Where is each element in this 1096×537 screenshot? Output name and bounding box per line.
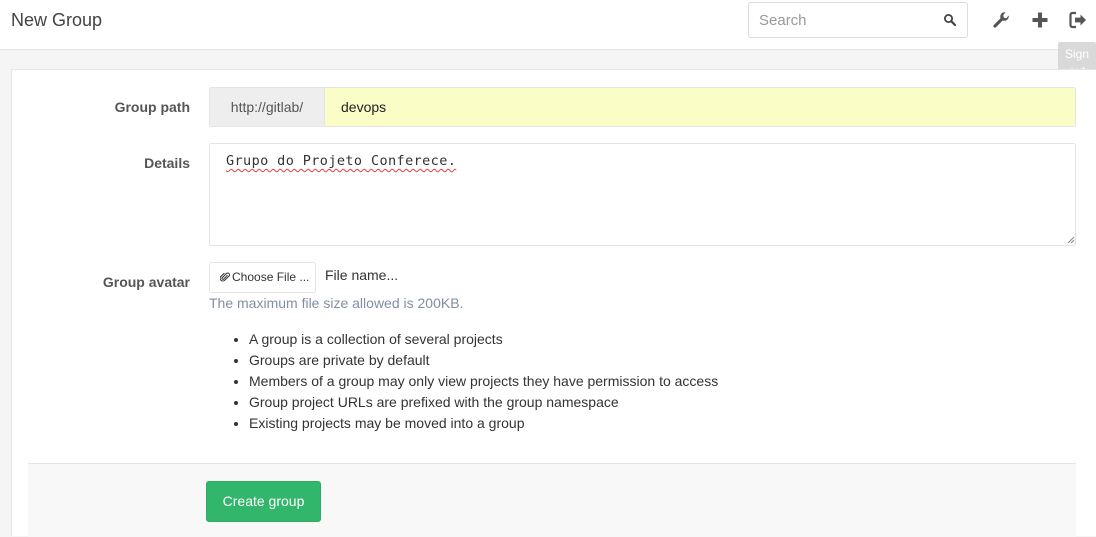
list-item: Existing projects may be moved into a gr… [249, 413, 718, 434]
search-box[interactable] [748, 2, 968, 38]
search-icon[interactable] [943, 13, 957, 27]
group-avatar-label: Group avatar [102, 274, 190, 290]
resize-grip-icon[interactable] [1067, 236, 1075, 244]
group-info-list: A group is a collection of several proje… [209, 329, 718, 434]
sign-out-icon[interactable] [1067, 9, 1089, 31]
details-text: Grupo do Projeto Conferece. [226, 153, 457, 169]
create-group-button[interactable]: Create group [206, 481, 321, 522]
top-header: New Group [0, 0, 1096, 50]
wrench-icon[interactable] [990, 9, 1012, 31]
list-item: Groups are private by default [249, 350, 718, 371]
avatar-help-text: The maximum file size allowed is 200KB. [209, 295, 464, 311]
group-path-input-group: http://gitlab/ [209, 87, 1076, 127]
paperclip-icon [220, 272, 230, 282]
file-name: File name... [325, 267, 399, 283]
page-title: New Group [11, 10, 103, 30]
details-textarea[interactable]: Grupo do Projeto Conferece. [209, 143, 1076, 246]
details-label: Details [144, 155, 190, 171]
group-path-label: Group path [114, 99, 190, 115]
choose-file-button[interactable]: Choose File ... [209, 262, 316, 293]
plus-icon[interactable] [1029, 9, 1051, 31]
form-actions: Create group [28, 463, 1076, 537]
group-path-prefix: http://gitlab/ [210, 88, 325, 126]
list-item: Group project URLs are prefixed with the… [249, 392, 718, 413]
group-path-input[interactable] [325, 88, 1075, 126]
search-input[interactable] [759, 3, 939, 37]
list-item: A group is a collection of several proje… [249, 329, 718, 350]
new-group-form: Group path http://gitlab/ Details Grupo … [11, 69, 1096, 537]
choose-file-label: Choose File ... [232, 270, 310, 284]
list-item: Members of a group may only view project… [249, 371, 718, 392]
